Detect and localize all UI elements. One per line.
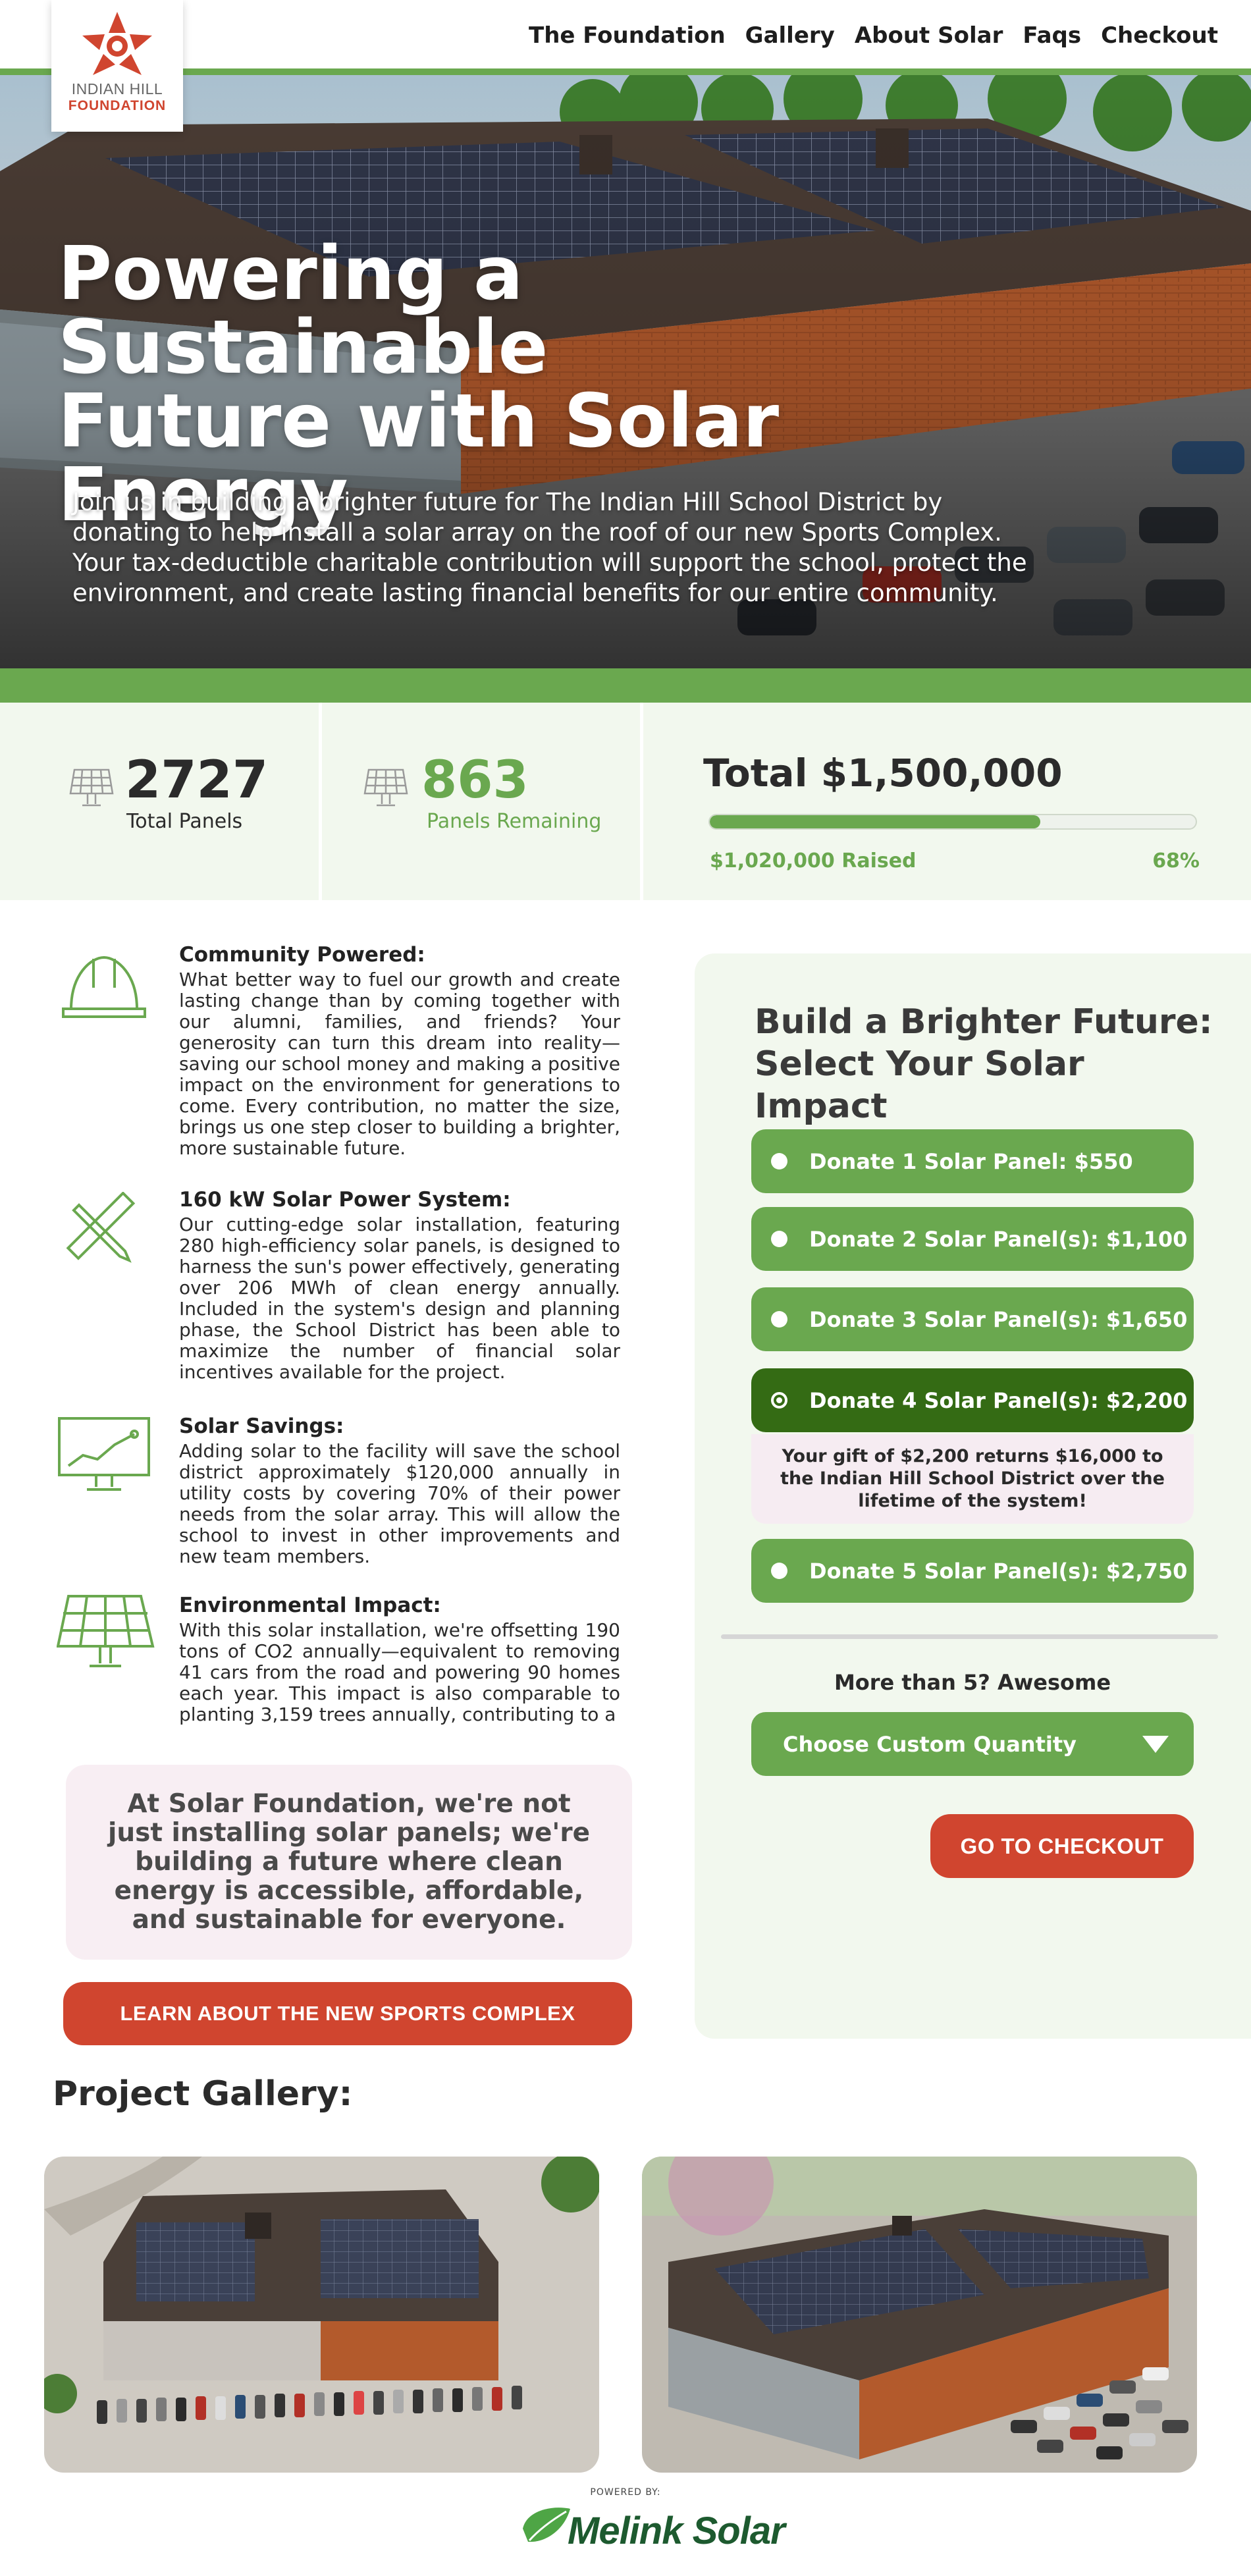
option-label: Donate 3 Solar Panel(s): $1,650 — [809, 1306, 1188, 1332]
feature-solar-savings: Solar Savings: Adding solar to the facil… — [179, 1414, 620, 1567]
donate-option-3[interactable]: Donate 3 Solar Panel(s): $1,650 — [751, 1287, 1194, 1351]
radio-button[interactable] — [771, 1231, 787, 1247]
feature-title: Community Powered: — [179, 943, 425, 967]
select-value: Choose Custom Quantity — [783, 1731, 1077, 1757]
star-logo-icon — [82, 12, 152, 75]
hero-green-band — [0, 668, 1251, 703]
progress-fill — [710, 815, 1040, 828]
remaining-panels-label: Panels Remaining — [427, 810, 602, 833]
feature-body: Adding solar to the facility will save t… — [179, 1440, 620, 1567]
nav-divider — [0, 68, 1251, 75]
go-to-checkout-button[interactable]: GO TO CHECKOUT — [930, 1814, 1194, 1878]
more-than-five-label: More than 5? Awesome — [834, 1670, 1111, 1695]
total-panels-count: 2727 — [125, 751, 269, 810]
option-label: Donate 5 Solar Panel(s): $2,750 — [809, 1558, 1188, 1584]
total-panels-label: Total Panels — [126, 810, 243, 833]
option-label: Donate 2 Solar Panel(s): $1,100 — [809, 1226, 1188, 1252]
donate-option-2[interactable]: Donate 2 Solar Panel(s): $1,100 — [751, 1207, 1194, 1271]
logo-line1: INDIAN HILL — [71, 80, 163, 97]
feature-title: 160 kW Solar Power System: — [179, 1188, 511, 1212]
donate-option-4[interactable]: Donate 4 Solar Panel(s): $2,200 — [751, 1368, 1194, 1432]
stats-divider — [640, 703, 643, 900]
feature-title: Solar Savings: — [179, 1414, 344, 1438]
feature-body: What better way to fuel our growth and c… — [179, 969, 620, 1159]
ruler-pencil-icon — [66, 1192, 136, 1263]
monitor-chart-icon — [58, 1417, 150, 1491]
radio-button-selected[interactable] — [771, 1392, 787, 1409]
hero-subtitle: Join us in building a brighter future fo… — [72, 488, 1027, 607]
option-label: Donate 4 Solar Panel(s): $2,200 — [809, 1387, 1188, 1413]
radio-button[interactable] — [771, 1153, 787, 1169]
raised-amount: $1,020,000 Raised — [710, 849, 917, 872]
gallery-title: Project Gallery: — [53, 2074, 353, 2114]
gallery-image-perspective[interactable] — [642, 2157, 1197, 2473]
feature-body: Our cutting-edge solar installation, fea… — [179, 1214, 620, 1383]
solar-panel-icon — [69, 768, 114, 807]
nav-about-solar[interactable]: About Solar — [855, 22, 1003, 49]
stats-divider — [319, 703, 322, 900]
gallery-image-aerial[interactable] — [44, 2157, 599, 2473]
nav-gallery[interactable]: Gallery — [745, 22, 835, 49]
feature-title: Environmental Impact: — [179, 1594, 441, 1617]
divider — [721, 1634, 1218, 1639]
nav-faqs[interactable]: Faqs — [1023, 22, 1081, 49]
feature-body: With this solar installation, we're offs… — [179, 1620, 620, 1725]
donate-option-5[interactable]: Donate 5 Solar Panel(s): $2,750 — [751, 1539, 1194, 1603]
remaining-panels-count: 863 — [421, 751, 529, 810]
fundraising-progress-bar — [708, 814, 1197, 830]
feature-community-powered: Community Powered: What better way to fu… — [179, 943, 620, 1159]
solar-panel-icon — [57, 1595, 155, 1667]
nav-checkout[interactable]: Checkout — [1101, 22, 1218, 49]
nav-the-foundation[interactable]: The Foundation — [529, 22, 726, 49]
solar-panel-icon — [363, 768, 408, 807]
option-label: Donate 1 Solar Panel: $550 — [809, 1148, 1133, 1174]
gallery-photo — [642, 2157, 1197, 2473]
donate-option-1[interactable]: Donate 1 Solar Panel: $550 — [751, 1129, 1194, 1193]
gift-impact-note: Your gift of $2,200 returns $16,000 to t… — [751, 1434, 1194, 1524]
hardhat-icon — [62, 955, 146, 1018]
chevron-down-icon — [1142, 1736, 1169, 1753]
gallery-photo — [44, 2157, 599, 2473]
logo-line2: FOUNDATION — [68, 98, 167, 113]
donation-title: Build a Brighter Future: Select Your Sol… — [755, 1002, 1213, 1126]
nav-menu: The Foundation Gallery About Solar Faqs … — [529, 22, 1218, 49]
mission-quote-card: At Solar Foundation, we're not just inst… — [66, 1765, 632, 1960]
radio-button[interactable] — [771, 1563, 787, 1579]
logo[interactable]: INDIAN HILL FOUNDATION — [51, 0, 183, 132]
custom-quantity-select[interactable]: Choose Custom Quantity — [751, 1712, 1194, 1776]
powered-by-label: POWERED BY: — [590, 2487, 661, 2498]
raised-percent: 68% — [1152, 849, 1200, 872]
hero-section: Powering a Sustainable Future with Solar… — [0, 72, 1251, 668]
learn-sports-complex-button[interactable]: LEARN ABOUT THE NEW SPORTS COMPLEX — [63, 1982, 632, 2045]
melink-solar-logo[interactable]: Melink Solar — [568, 2509, 785, 2553]
mission-quote: At Solar Foundation, we're not just inst… — [107, 1789, 591, 1935]
radio-button[interactable] — [771, 1311, 787, 1328]
feature-solar-power-system: 160 kW Solar Power System: Our cutting-e… — [179, 1188, 620, 1383]
total-goal: Total $1,500,000 — [703, 751, 1063, 795]
feature-environmental-impact: Environmental Impact: With this solar in… — [179, 1594, 620, 1725]
